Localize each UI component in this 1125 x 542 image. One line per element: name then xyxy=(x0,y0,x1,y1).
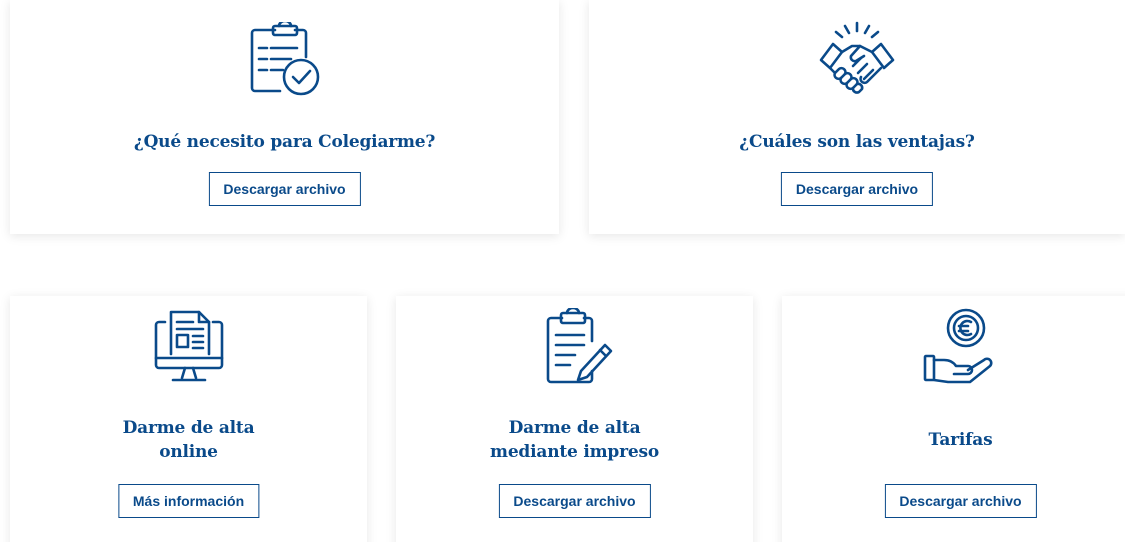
card-title-line: Darme de alta xyxy=(508,418,641,438)
card-title: Darme de alta mediante impreso xyxy=(445,416,705,464)
card-title: Tarifas xyxy=(841,428,1081,452)
download-file-button[interactable]: Descargar archivo xyxy=(208,172,361,206)
clipboard-check-icon xyxy=(245,22,325,100)
handshake-icon xyxy=(817,20,897,100)
card-advantages: ¿Cuáles son las ventajas? Descargar arch… xyxy=(589,0,1125,234)
card-title: ¿Qué necesito para Colegiarme? xyxy=(10,130,559,154)
card-requirements: ¿Qué necesito para Colegiarme? Descargar… xyxy=(10,0,559,234)
card-online-registration: Darme de alta online Más información xyxy=(10,296,367,542)
hand-euro-coin-icon xyxy=(921,306,1001,386)
card-rates: Tarifas Descargar archivo xyxy=(782,296,1125,542)
card-title: Darme de alta online xyxy=(69,416,309,464)
card-title-line: ¿Cuáles son las ventajas? xyxy=(739,132,975,152)
more-info-button[interactable]: Más información xyxy=(117,484,260,518)
card-title: ¿Cuáles son las ventajas? xyxy=(589,130,1125,154)
card-title-line: Tarifas xyxy=(928,430,993,450)
clipboard-pencil-icon xyxy=(535,308,615,390)
card-title-line: Darme de alta xyxy=(122,418,255,438)
card-title-line: online xyxy=(159,442,218,462)
computer-document-icon xyxy=(149,308,229,386)
page: ¿Qué necesito para Colegiarme? Descargar… xyxy=(0,0,1125,542)
download-file-button[interactable]: Descargar archivo xyxy=(498,484,651,518)
card-printed-registration: Darme de alta mediante impreso Descargar… xyxy=(396,296,753,542)
download-file-button[interactable]: Descargar archivo xyxy=(884,484,1037,518)
card-title-line: mediante impreso xyxy=(490,442,659,462)
card-title-line: ¿Qué necesito para Colegiarme? xyxy=(133,132,436,152)
download-file-button[interactable]: Descargar archivo xyxy=(780,172,934,206)
